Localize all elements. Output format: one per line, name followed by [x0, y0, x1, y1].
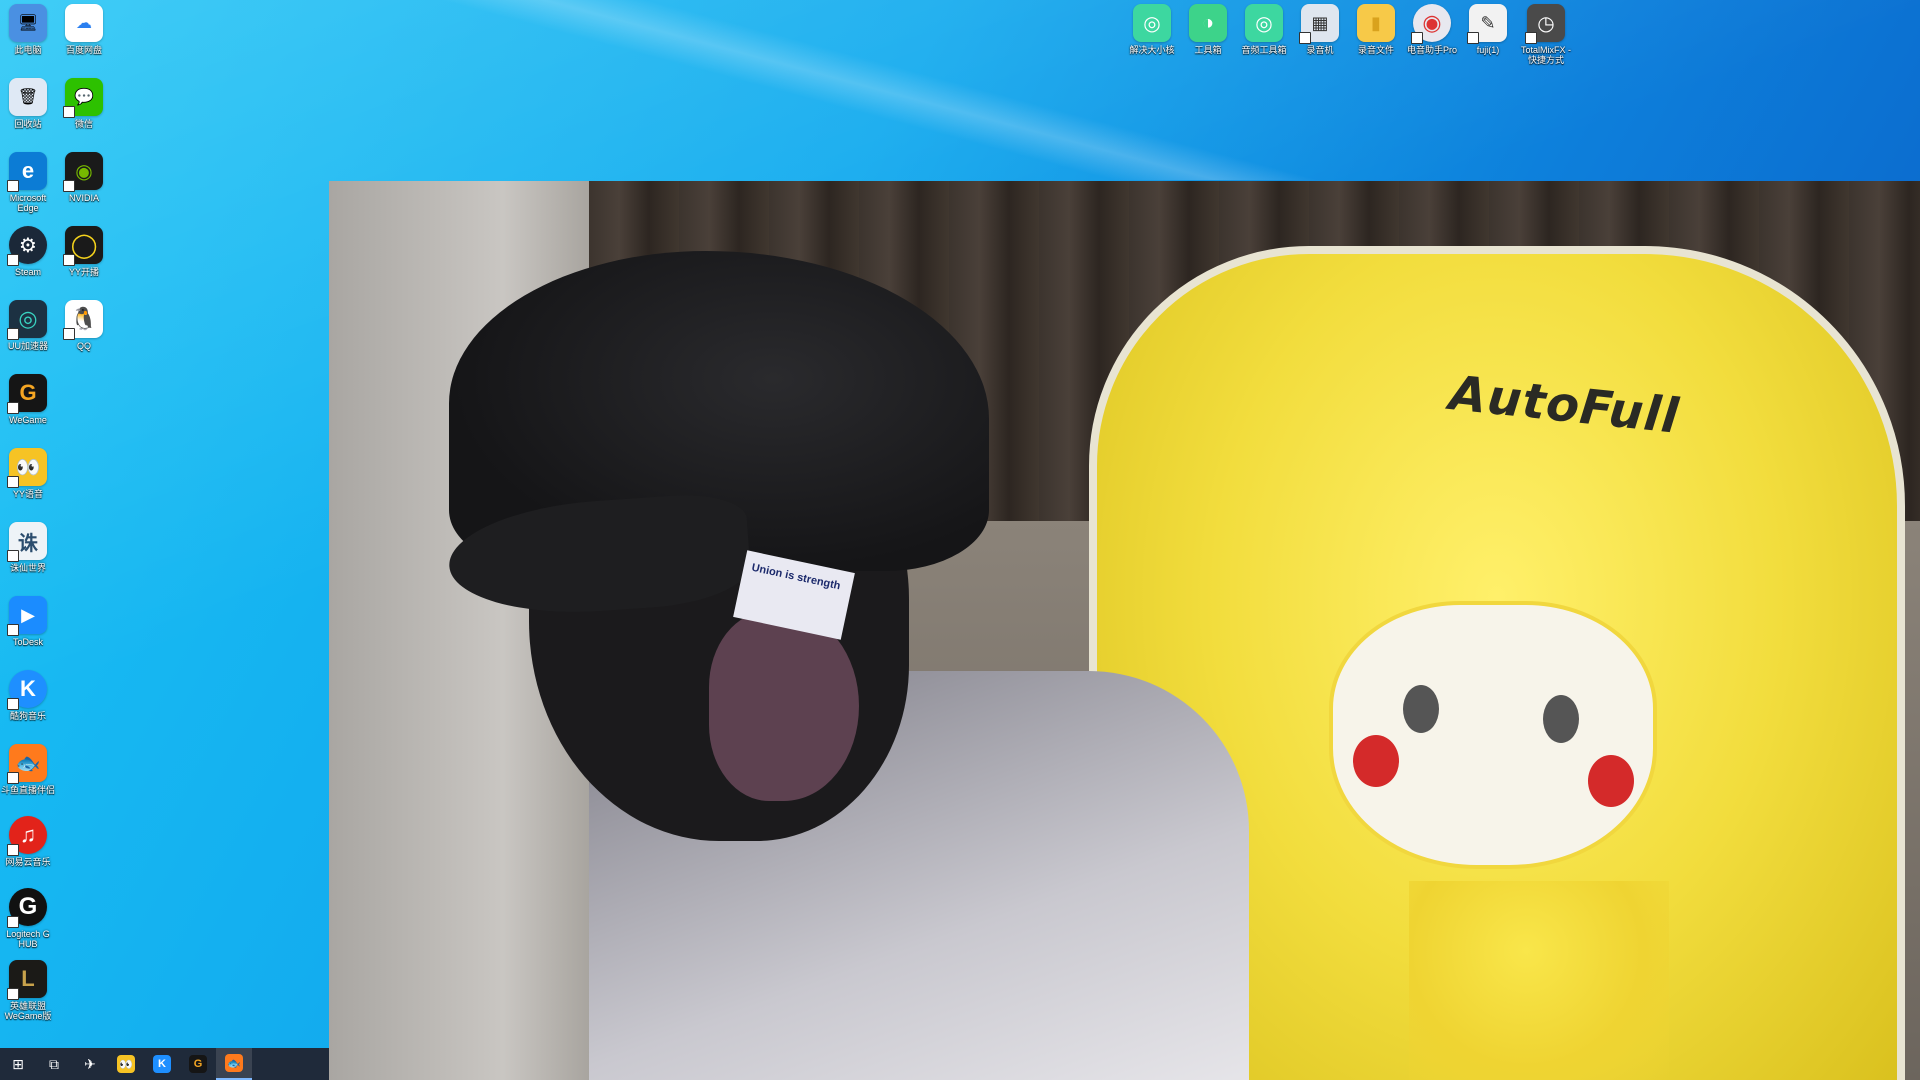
kugou-music-icon: K — [153, 1055, 171, 1073]
computer-icon: 🖥 — [9, 4, 47, 42]
recorder-icon: ▦ — [1299, 4, 1339, 44]
shortcut-arrow-icon — [63, 180, 75, 192]
electro-assistant-icon: ◉ — [1411, 4, 1451, 44]
shortcut-arrow-icon — [7, 916, 19, 928]
pikachu-pillow — [1329, 601, 1657, 869]
desktop-icon-electro-assistant[interactable]: ◉ 电音助手Pro — [1404, 4, 1460, 55]
logitech-ghub-icon: G — [7, 888, 47, 928]
desktop-icon-audio-toolbox[interactable]: ◎ 音频工具箱 — [1236, 4, 1292, 55]
toolbox-icon: ◑ — [1189, 4, 1227, 42]
kugou-music-icon: K — [7, 670, 47, 710]
fuji-icon: ✈ — [84, 1055, 96, 1072]
yy-voice-icon: 👀 — [117, 1055, 135, 1073]
shortcut-arrow-icon — [7, 476, 19, 488]
pillow-eye — [1543, 695, 1579, 743]
desktop-icon-recycle-bin[interactable]: 🗑 回收站 — [0, 78, 56, 129]
task-view-button[interactable]: ⧉ — [36, 1048, 72, 1080]
recycle-bin-icon: 🗑 — [9, 78, 47, 116]
steam-icon: ⚙ — [7, 226, 47, 266]
wegame-icon: G — [189, 1055, 207, 1073]
taskbar-fuji[interactable]: ✈ — [72, 1048, 108, 1080]
shortcut-arrow-icon — [7, 844, 19, 856]
shortcut-arrow-icon — [1411, 32, 1423, 44]
taskbar-douyu[interactable]: 🐟 — [216, 1048, 252, 1080]
lol-wegame-icon: L — [7, 960, 47, 1000]
yy-live-icon: ◯ — [63, 226, 103, 266]
shortcut-arrow-icon — [63, 328, 75, 340]
shortcut-arrow-icon — [7, 402, 19, 414]
desktop-icon-yy-voice[interactable]: 👀 YY语音 — [0, 448, 56, 499]
baidu-netdisk-icon: ☁ — [65, 4, 103, 42]
taskbar-yy[interactable]: 👀 — [108, 1048, 144, 1080]
desktop-icon-uu-accelerator[interactable]: ◎ UU加速器 — [0, 300, 56, 351]
desktop-icon-baidu-netdisk[interactable]: ☁ 百度网盘 — [56, 4, 112, 55]
shortcut-arrow-icon — [7, 698, 19, 710]
shortcut-arrow-icon — [1467, 32, 1479, 44]
core-fix-icon: ◎ — [1133, 4, 1171, 42]
totalmix-icon: ◷ — [1525, 4, 1565, 44]
desktop-icon-zhuxian-world[interactable]: 诛 诛仙世界 — [0, 522, 56, 573]
desktop-icon-this-pc[interactable]: 🖥 此电脑 — [0, 4, 56, 55]
wegame-icon: G — [7, 374, 47, 414]
desktop-icon-recorder[interactable]: ▦ 录音机 — [1292, 4, 1348, 55]
desktop-icon-totalmix[interactable]: ◷ TotalMixFX - 快捷方式 — [1518, 4, 1574, 65]
taskbar: ⊞ ⧉ ✈ 👀 K G 🐟 — [0, 1048, 329, 1080]
webcam-feed: AutoFull Union is strength — [329, 181, 1920, 1080]
person-face — [709, 611, 859, 801]
desktop-icon-recording-folder[interactable]: ▮ 录音文件 — [1348, 4, 1404, 55]
desktop-icon-netease-music[interactable]: ♫ 网易云音乐 — [0, 816, 56, 867]
desktop-icon-kugou-music[interactable]: K 酷狗音乐 — [0, 670, 56, 721]
desktop-icon-qq[interactable]: 🐧 QQ — [56, 300, 112, 351]
desktop: 🖥 此电脑 ☁ 百度网盘 🗑 回收站 💬 微信 e Microsoft Edge… — [0, 0, 1920, 1080]
shortcut-arrow-icon — [7, 624, 19, 636]
douyu-companion-icon: 🐟 — [225, 1054, 243, 1072]
shortcut-arrow-icon — [63, 254, 75, 266]
desktop-icon-wechat[interactable]: 💬 微信 — [56, 78, 112, 129]
edge-icon: e — [7, 152, 47, 192]
shortcut-arrow-icon — [7, 988, 19, 1000]
desktop-icon-wegame[interactable]: G WeGame — [0, 374, 56, 425]
desktop-icon-edge[interactable]: e Microsoft Edge — [0, 152, 56, 213]
task-view-icon: ⧉ — [49, 1055, 59, 1072]
netease-music-icon: ♫ — [7, 816, 47, 856]
shortcut-arrow-icon — [1525, 32, 1537, 44]
desktop-icon-steam[interactable]: ⚙ Steam — [0, 226, 56, 277]
todesk-icon: ▶ — [7, 596, 47, 636]
nvidia-icon: ◉ — [63, 152, 103, 192]
desktop-icon-toolbox[interactable]: ◑ 工具箱 — [1180, 4, 1236, 55]
pikachu-print — [1409, 881, 1669, 1080]
start-button[interactable]: ⊞ — [0, 1048, 36, 1080]
pillow-cheek — [1588, 755, 1634, 807]
uu-accelerator-icon: ◎ — [7, 300, 47, 340]
desktop-icon-lol-wegame[interactable]: L 英雄联盟WeGame版 — [0, 960, 56, 1021]
qq-icon: 🐧 — [63, 300, 103, 340]
taskbar-kugou[interactable]: K — [144, 1048, 180, 1080]
fuji-shortcut-icon: ✎ — [1467, 4, 1507, 44]
shortcut-arrow-icon — [63, 106, 75, 118]
shortcut-arrow-icon — [7, 550, 19, 562]
wechat-icon: 💬 — [63, 78, 103, 118]
pillow-cheek — [1353, 735, 1399, 787]
pillow-eye — [1403, 685, 1439, 733]
yy-voice-icon: 👀 — [7, 448, 47, 488]
desktop-icon-fuji[interactable]: ✎ fuji(1) — [1460, 4, 1516, 55]
shortcut-arrow-icon — [7, 772, 19, 784]
desktop-icon-nvidia[interactable]: ◉ NVIDIA — [56, 152, 112, 203]
douyu-companion-icon: 🐟 — [7, 744, 47, 784]
shortcut-arrow-icon — [7, 254, 19, 266]
desktop-icon-core-fix[interactable]: ◎ 解决大小核 — [1124, 4, 1180, 55]
taskbar-wegame[interactable]: G — [180, 1048, 216, 1080]
shortcut-arrow-icon — [1299, 32, 1311, 44]
desktop-icon-logitech-ghub[interactable]: G Logitech G HUB — [0, 888, 56, 949]
shortcut-arrow-icon — [7, 328, 19, 340]
windows-start-icon: ⊞ — [12, 1055, 24, 1072]
audio-toolbox-icon: ◎ — [1245, 4, 1283, 42]
shortcut-arrow-icon — [7, 180, 19, 192]
desktop-icon-todesk[interactable]: ▶ ToDesk — [0, 596, 56, 647]
recording-folder-icon: ▮ — [1357, 4, 1395, 42]
zhuxian-world-icon: 诛 — [7, 522, 47, 562]
desktop-icon-yy-live[interactable]: ◯ YY开播 — [56, 226, 112, 277]
desktop-icon-douyu-companion[interactable]: 🐟 斗鱼直播伴侣 — [0, 744, 56, 795]
